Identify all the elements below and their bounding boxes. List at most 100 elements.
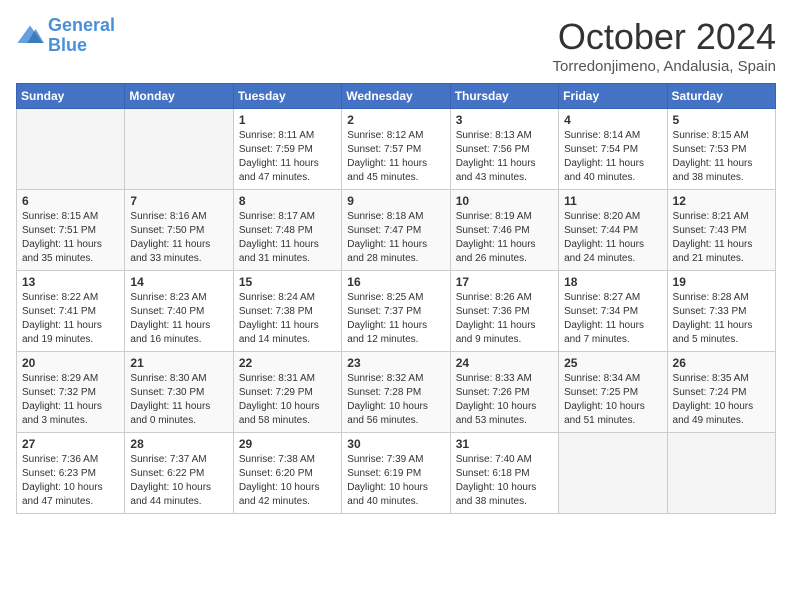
title-block: October 2024 Torredonjimeno, Andalusia, … (553, 16, 776, 75)
logo-blue: Blue (48, 35, 87, 55)
day-info: Sunrise: 8:31 AMSunset: 7:29 PMDaylight:… (239, 372, 336, 428)
calendar-week-row: 13 Sunrise: 8:22 AMSunset: 7:41 PMDayligh… (17, 271, 776, 352)
calendar-cell: 20Sunrise: 8:29 AMSunset: 7:32 PMDayligh… (17, 352, 125, 433)
day-number: 13 (22, 275, 119, 289)
calendar-cell (125, 109, 233, 190)
calendar-cell: 9 Sunrise: 8:18 AMSunset: 7:47 PMDaylight… (342, 190, 450, 271)
day-number: 31 (456, 437, 553, 451)
day-info: Sunrise: 8:22 AMSunset: 7:41 PMDaylight:… (22, 291, 119, 347)
calendar-cell: 11 Sunrise: 8:20 AMSunset: 7:44 PMDayligh… (559, 190, 667, 271)
day-info: Sunrise: 8:21 AMSunset: 7:43 PMDaylight:… (673, 210, 770, 266)
day-info: Sunrise: 8:25 AMSunset: 7:37 PMDaylight:… (347, 291, 444, 347)
day-info: Sunrise: 8:20 AMSunset: 7:44 PMDaylight:… (564, 210, 661, 266)
day-info: Sunrise: 7:38 AMSunset: 6:20 PMDaylight:… (239, 453, 336, 509)
weekday-header: Friday (559, 84, 667, 109)
day-number: 8 (239, 194, 336, 208)
day-info: Sunrise: 8:12 AMSunset: 7:57 PMDaylight:… (347, 129, 444, 185)
calendar-cell: 13 Sunrise: 8:22 AMSunset: 7:41 PMDayligh… (17, 271, 125, 352)
calendar-cell: 6Sunrise: 8:15 AMSunset: 7:51 PMDaylight… (17, 190, 125, 271)
logo-icon (16, 22, 44, 50)
day-info: Sunrise: 7:40 AMSunset: 6:18 PMDaylight:… (456, 453, 553, 509)
day-number: 14 (130, 275, 227, 289)
day-number: 30 (347, 437, 444, 451)
calendar-cell: 8Sunrise: 8:17 AMSunset: 7:48 PMDaylight… (233, 190, 341, 271)
calendar-cell (559, 433, 667, 514)
day-info: Sunrise: 8:27 AMSunset: 7:34 PMDaylight:… (564, 291, 661, 347)
day-number: 4 (564, 113, 661, 127)
calendar-cell: 27Sunrise: 7:36 AMSunset: 6:23 PMDayligh… (17, 433, 125, 514)
location-subtitle: Torredonjimeno, Andalusia, Spain (553, 58, 776, 75)
day-number: 21 (130, 356, 227, 370)
day-number: 18 (564, 275, 661, 289)
day-number: 25 (564, 356, 661, 370)
day-number: 7 (130, 194, 227, 208)
weekday-header: Wednesday (342, 84, 450, 109)
day-number: 27 (22, 437, 119, 451)
day-number: 2 (347, 113, 444, 127)
day-info: Sunrise: 8:19 AMSunset: 7:46 PMDaylight:… (456, 210, 553, 266)
calendar-cell: 21 Sunrise: 8:30 AMSunset: 7:30 PMDayligh… (125, 352, 233, 433)
calendar-cell: 1 Sunrise: 8:11 AMSunset: 7:59 PMDaylight… (233, 109, 341, 190)
month-title: October 2024 (553, 16, 776, 58)
day-info: Sunrise: 7:37 AMSunset: 6:22 PMDaylight:… (130, 453, 227, 509)
day-info: Sunrise: 8:13 AMSunset: 7:56 PMDaylight:… (456, 129, 553, 185)
calendar-cell: 15 Sunrise: 8:24 AMSunset: 7:38 PMDayligh… (233, 271, 341, 352)
calendar-cell: 14 Sunrise: 8:23 AMSunset: 7:40 PMDayligh… (125, 271, 233, 352)
day-info: Sunrise: 8:24 AMSunset: 7:38 PMDaylight:… (239, 291, 336, 347)
day-number: 28 (130, 437, 227, 451)
calendar-week-row: 1 Sunrise: 8:11 AMSunset: 7:59 PMDaylight… (17, 109, 776, 190)
day-info: Sunrise: 8:30 AMSunset: 7:30 PMDaylight:… (130, 372, 227, 428)
calendar-cell: 17 Sunrise: 8:26 AMSunset: 7:36 PMDayligh… (450, 271, 558, 352)
day-number: 15 (239, 275, 336, 289)
calendar-week-row: 27Sunrise: 7:36 AMSunset: 6:23 PMDayligh… (17, 433, 776, 514)
day-info: Sunrise: 8:11 AMSunset: 7:59 PMDaylight:… (239, 129, 336, 185)
logo-general: General (48, 15, 115, 35)
day-info: Sunrise: 7:39 AMSunset: 6:19 PMDaylight:… (347, 453, 444, 509)
day-number: 17 (456, 275, 553, 289)
calendar-cell: 12 Sunrise: 8:21 AMSunset: 7:43 PMDayligh… (667, 190, 775, 271)
day-number: 19 (673, 275, 770, 289)
day-number: 1 (239, 113, 336, 127)
weekday-header: Thursday (450, 84, 558, 109)
calendar-cell: 5 Sunrise: 8:15 AMSunset: 7:53 PMDaylight… (667, 109, 775, 190)
day-number: 16 (347, 275, 444, 289)
day-info: Sunrise: 8:28 AMSunset: 7:33 PMDaylight:… (673, 291, 770, 347)
day-number: 26 (673, 356, 770, 370)
day-number: 5 (673, 113, 770, 127)
logo-text: General Blue (48, 16, 115, 56)
calendar-cell: 23 Sunrise: 8:32 AMSunset: 7:28 PMDayligh… (342, 352, 450, 433)
day-info: Sunrise: 8:16 AMSunset: 7:50 PMDaylight:… (130, 210, 227, 266)
day-number: 12 (673, 194, 770, 208)
day-info: Sunrise: 8:34 AMSunset: 7:25 PMDaylight:… (564, 372, 661, 428)
calendar-cell: 7 Sunrise: 8:16 AMSunset: 7:50 PMDaylight… (125, 190, 233, 271)
day-info: Sunrise: 8:26 AMSunset: 7:36 PMDaylight:… (456, 291, 553, 347)
calendar-cell: 30 Sunrise: 7:39 AMSunset: 6:19 PMDayligh… (342, 433, 450, 514)
calendar-cell: 16 Sunrise: 8:25 AMSunset: 7:37 PMDayligh… (342, 271, 450, 352)
day-number: 9 (347, 194, 444, 208)
day-info: Sunrise: 8:23 AMSunset: 7:40 PMDaylight:… (130, 291, 227, 347)
calendar-cell: 22Sunrise: 8:31 AMSunset: 7:29 PMDayligh… (233, 352, 341, 433)
calendar-week-row: 6Sunrise: 8:15 AMSunset: 7:51 PMDaylight… (17, 190, 776, 271)
calendar-cell: 25 Sunrise: 8:34 AMSunset: 7:25 PMDayligh… (559, 352, 667, 433)
weekday-header-row: SundayMondayTuesdayWednesdayThursdayFrid… (17, 84, 776, 109)
day-info: Sunrise: 8:18 AMSunset: 7:47 PMDaylight:… (347, 210, 444, 266)
day-number: 24 (456, 356, 553, 370)
day-info: Sunrise: 8:32 AMSunset: 7:28 PMDaylight:… (347, 372, 444, 428)
calendar-cell (17, 109, 125, 190)
day-info: Sunrise: 8:15 AMSunset: 7:53 PMDaylight:… (673, 129, 770, 185)
logo: General Blue (16, 16, 115, 56)
calendar-cell: 3Sunrise: 8:13 AMSunset: 7:56 PMDaylight… (450, 109, 558, 190)
page-header: General Blue October 2024 Torredonjimeno… (16, 16, 776, 75)
weekday-header: Sunday (17, 84, 125, 109)
calendar-cell: 18 Sunrise: 8:27 AMSunset: 7:34 PMDayligh… (559, 271, 667, 352)
day-info: Sunrise: 8:14 AMSunset: 7:54 PMDaylight:… (564, 129, 661, 185)
day-number: 10 (456, 194, 553, 208)
day-number: 23 (347, 356, 444, 370)
day-number: 29 (239, 437, 336, 451)
calendar-cell: 29 Sunrise: 7:38 AMSunset: 6:20 PMDayligh… (233, 433, 341, 514)
day-number: 11 (564, 194, 661, 208)
weekday-header: Tuesday (233, 84, 341, 109)
calendar-cell: 4 Sunrise: 8:14 AMSunset: 7:54 PMDaylight… (559, 109, 667, 190)
calendar-cell: 31 Sunrise: 7:40 AMSunset: 6:18 PMDayligh… (450, 433, 558, 514)
calendar-cell: 26Sunrise: 8:35 AMSunset: 7:24 PMDayligh… (667, 352, 775, 433)
